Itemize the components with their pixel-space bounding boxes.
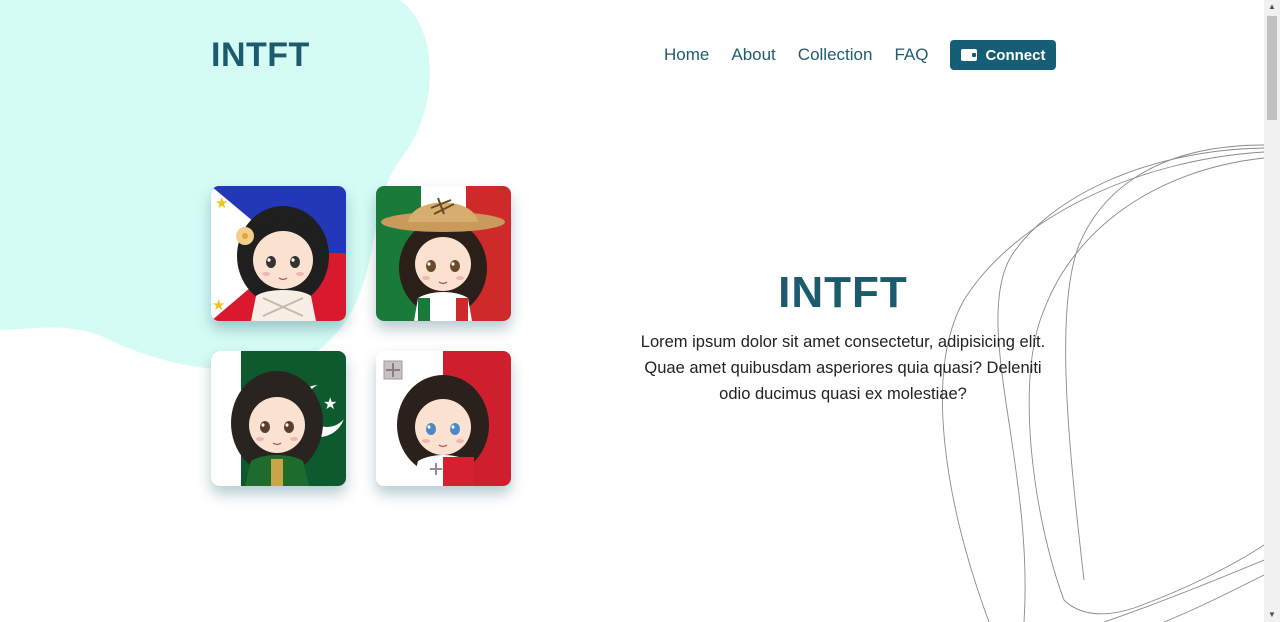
svg-text:★: ★ [215, 195, 228, 212]
hero-title: INTFT [778, 268, 908, 317]
svg-text:★: ★ [323, 396, 337, 413]
main-nav: Home About Collection FAQ Connect [664, 40, 1057, 70]
nav-collection[interactable]: Collection [798, 45, 873, 65]
nav-home[interactable]: Home [664, 45, 709, 65]
scrollbar-thumb[interactable] [1267, 16, 1277, 120]
connect-label: Connect [985, 46, 1046, 64]
wallet-icon [961, 49, 978, 61]
nav-faq[interactable]: FAQ [894, 45, 928, 65]
landing-page: INTFT Home About Collection FAQ Connect … [0, 0, 1264, 622]
hero-description: Lorem ipsum dolor sit amet consectetur, … [640, 333, 1046, 403]
svg-text:★: ★ [212, 297, 225, 314]
nav-about[interactable]: About [731, 45, 775, 65]
vertical-scrollbar[interactable]: ▲ ▼ [1264, 0, 1280, 622]
logo[interactable]: INTFT [211, 36, 310, 75]
nft-card-malta[interactable] [376, 351, 511, 486]
nft-card-philippines[interactable]: ★ ★ [211, 186, 346, 321]
mexico-avatar-image [376, 186, 511, 321]
nft-card-pakistan[interactable]: ★ [211, 351, 346, 486]
malta-avatar-image [376, 351, 511, 486]
arrow-down-icon[interactable]: ▼ [1264, 608, 1280, 622]
nft-card-mexico[interactable] [376, 186, 511, 321]
arrow-up-icon[interactable]: ▲ [1264, 0, 1280, 14]
philippines-avatar-image: ★ ★ [211, 186, 346, 321]
pakistan-avatar-image: ★ [211, 351, 346, 486]
connect-button[interactable]: Connect [950, 40, 1057, 70]
